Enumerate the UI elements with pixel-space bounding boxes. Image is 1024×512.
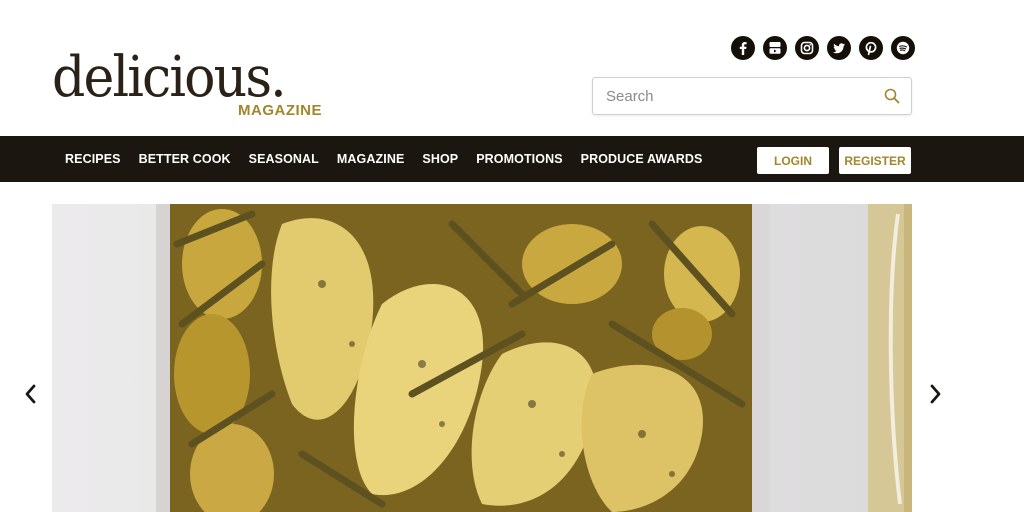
instagram-icon[interactable]: [795, 36, 819, 60]
nav-item-produce-awards[interactable]: PRODUCE AWARDS: [581, 152, 703, 166]
hero-slide-image[interactable]: [52, 204, 868, 512]
register-button[interactable]: REGISTER: [839, 147, 911, 174]
facebook-icon[interactable]: [731, 36, 755, 60]
spotify-icon[interactable]: [891, 36, 915, 60]
logo-subtitle: MAGAZINE: [238, 102, 322, 119]
twitter-icon[interactable]: [827, 36, 851, 60]
pinterest-icon[interactable]: [859, 36, 883, 60]
search-input[interactable]: [593, 78, 873, 114]
nav-item-magazine[interactable]: MAGAZINE: [337, 152, 404, 166]
youtube-icon[interactable]: [763, 36, 787, 60]
nav-item-recipes[interactable]: RECIPES: [65, 152, 121, 166]
nav-item-promotions[interactable]: PROMOTIONS: [476, 152, 562, 166]
chevron-right-icon[interactable]: [925, 383, 945, 405]
nav-item-shop[interactable]: SHOP: [422, 152, 458, 166]
logo-wordmark: delicious.: [52, 45, 287, 110]
social-links: [731, 36, 915, 60]
login-button[interactable]: LOGIN: [757, 147, 829, 174]
next-slide-preview[interactable]: [868, 204, 912, 512]
logo[interactable]: delicious. MAGAZINE: [52, 50, 324, 122]
chevron-left-icon[interactable]: [21, 383, 41, 405]
search-icon[interactable]: [883, 87, 901, 105]
search-box: [592, 77, 912, 115]
nav-item-seasonal[interactable]: SEASONAL: [249, 152, 319, 166]
hero-carousel: [0, 182, 1024, 512]
main-nav: RECIPES BETTER COOK SEASONAL MAGAZINE SH…: [65, 136, 702, 182]
nav-item-better-cook[interactable]: BETTER COOK: [139, 152, 231, 166]
